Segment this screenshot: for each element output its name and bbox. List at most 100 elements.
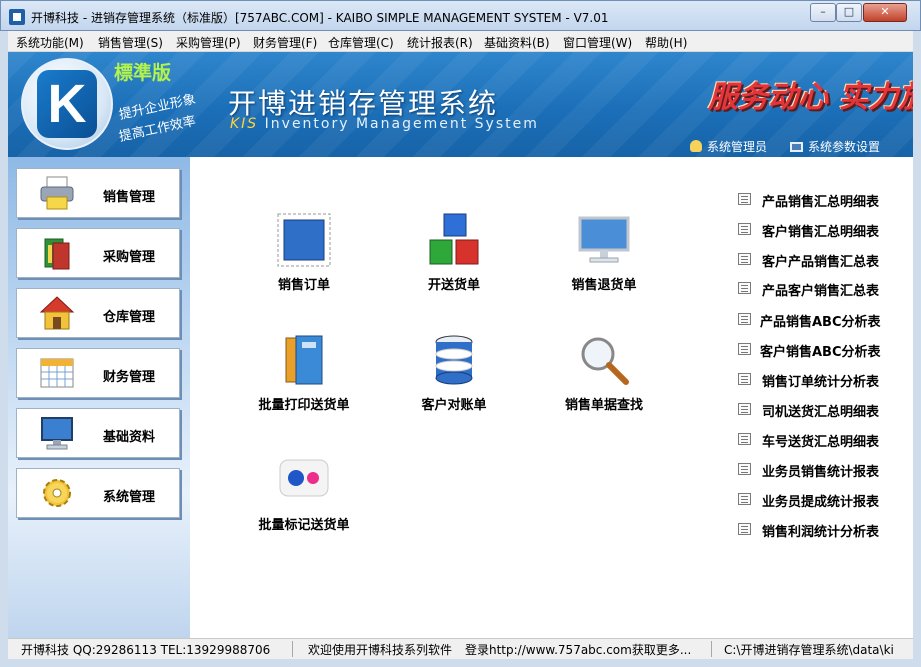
house-icon (39, 296, 75, 330)
settings-label: 系统参数设置 (808, 140, 881, 154)
status-company: 开博科技 QQ:29286113 TEL:13929988706 (21, 643, 271, 657)
menu-base-data[interactable]: 基础资料(B) (484, 34, 550, 51)
tile-label: 客户对账单 (421, 398, 487, 413)
report-doc-icon (738, 253, 751, 265)
tile-sales-order[interactable]: 销售订单 (244, 212, 364, 312)
menu-finance[interactable]: 财务管理(F) (253, 34, 317, 51)
monitor-icon (790, 142, 803, 152)
logo-letter: K (37, 70, 97, 138)
sidebar-item-warehouse[interactable]: 仓库管理 (16, 288, 180, 338)
sidebar-item-label: 系统管理 (103, 490, 156, 505)
menu-window[interactable]: 窗口管理(W) (563, 34, 632, 51)
report-link[interactable]: 销售利润统计分析表 (738, 520, 908, 540)
tile-label: 销售订单 (277, 278, 330, 293)
sidebar-item-label: 采购管理 (103, 250, 156, 265)
sidebar-item-base-data[interactable]: 基础资料 (16, 408, 180, 458)
tile-label: 销售退货单 (571, 278, 637, 293)
tile-document-search[interactable]: 销售单据查找 (544, 332, 664, 432)
minimize-button[interactable]: – (810, 3, 836, 22)
folders-icon (285, 335, 323, 385)
report-link[interactable]: 业务员提成统计报表 (738, 490, 908, 510)
menu-sales[interactable]: 销售管理(S) (98, 34, 163, 51)
sidebar-item-label: 仓库管理 (103, 310, 156, 325)
report-link[interactable]: 客户产品销售汇总表 (738, 250, 908, 270)
tile-delivery-note[interactable]: 开送货单 (394, 212, 514, 312)
tile-label: 销售单据查找 (564, 398, 643, 413)
report-link[interactable]: 业务员销售统计报表 (738, 460, 908, 480)
tile-label: 开送货单 (427, 278, 480, 293)
menu-system[interactable]: 系统功能(M) (16, 34, 84, 51)
stamp-icon (277, 213, 331, 267)
maximize-button[interactable]: □ (836, 3, 862, 22)
user-icon (690, 140, 702, 152)
flickr-dots-icon (279, 459, 329, 497)
admin-link[interactable]: 系统管理员 (690, 138, 767, 155)
edition-label: 標準版 (114, 62, 172, 84)
admin-label: 系统管理员 (707, 140, 768, 154)
report-doc-icon (738, 523, 751, 535)
status-website: 登录http://www.757abc.com获取更多... (465, 643, 692, 657)
menu-bar: 系统功能(M) 销售管理(S) 采购管理(P) 财务管理(F) 仓库管理(C) … (8, 31, 913, 52)
tile-label: 批量标记送货单 (258, 518, 350, 533)
report-link[interactable]: 销售订单统计分析表 (738, 370, 908, 390)
report-doc-icon (738, 193, 751, 205)
window-title: 开博科技 - 进销存管理系统（标准版）[757ABC.COM] - KAIBO … (31, 11, 609, 25)
report-link[interactable]: 产品销售ABC分析表 (738, 310, 908, 330)
report-doc-icon (738, 493, 751, 505)
sidebar-item-sales[interactable]: 销售管理 (16, 168, 180, 218)
close-button[interactable]: ✕ (863, 3, 907, 22)
sidebar-item-label: 财务管理 (103, 370, 156, 385)
report-doc-icon (738, 313, 751, 325)
sidebar-item-system[interactable]: 系统管理 (16, 468, 180, 518)
app-icon (9, 9, 25, 25)
header-banner: K 標準版 提升企业形象 提高工作效率 开博进销存管理系统 KIS Invent… (8, 52, 913, 157)
subtitle-text: Inventory Management System (264, 116, 539, 132)
system-settings-link[interactable]: 系统参数设置 (790, 138, 880, 155)
menu-warehouse[interactable]: 仓库管理(C) (328, 34, 394, 51)
report-doc-icon (738, 223, 751, 235)
menu-help[interactable]: 帮助(H) (645, 34, 687, 51)
report-link[interactable]: 客户销售ABC分析表 (738, 340, 908, 360)
cubes-icon (429, 213, 479, 265)
tile-label: 批量打印送货单 (258, 398, 350, 413)
report-doc-icon (738, 433, 751, 445)
sidebar: 销售管理 采购管理 仓库管理 财务管理 基础资料 系统管理 (8, 157, 190, 638)
status-bar: 开博科技 QQ:29286113 TEL:13929988706 欢迎使用开博科… (8, 638, 913, 659)
title-bar: 开博科技 - 进销存管理系统（标准版）[757ABC.COM] - KAIBO … (0, 0, 921, 31)
magnifier-icon (581, 337, 629, 385)
report-doc-icon (738, 343, 751, 355)
printer-icon (40, 176, 74, 210)
report-doc-icon (738, 282, 751, 294)
report-link[interactable]: 产品客户销售汇总表 (738, 279, 908, 299)
tile-batch-print[interactable]: 批量打印送货单 (244, 332, 364, 432)
sidebar-item-finance[interactable]: 财务管理 (16, 348, 180, 398)
motto: 服务动心 实力放心 (708, 80, 913, 115)
report-doc-icon (738, 403, 751, 415)
sidebar-item-label: 销售管理 (103, 190, 156, 205)
tile-sales-return[interactable]: 销售退货单 (544, 212, 664, 312)
subtitle-prefix: KIS (230, 116, 259, 132)
calendar-icon (40, 358, 74, 388)
tile-customer-statement[interactable]: 客户对账单 (394, 332, 514, 432)
report-doc-icon (738, 463, 751, 475)
status-welcome: 欢迎使用开博科技系列软件 (308, 643, 453, 657)
database-icon (435, 335, 473, 385)
monitor-icon (41, 417, 73, 450)
report-link[interactable]: 司机送货汇总明细表 (738, 400, 908, 420)
logo: K (21, 58, 113, 150)
report-link[interactable]: 产品销售汇总明细表 (738, 190, 908, 210)
report-link[interactable]: 车号送货汇总明细表 (738, 430, 908, 450)
status-path: C:\开博进销存管理系统\data\ki (724, 643, 894, 657)
sidebar-item-purchase[interactable]: 采购管理 (16, 228, 180, 278)
app-subtitle: KIS Inventory Management System (230, 116, 539, 132)
books-icon (44, 238, 70, 270)
report-doc-icon (738, 373, 751, 385)
report-link[interactable]: 客户销售汇总明细表 (738, 220, 908, 240)
tile-batch-mark[interactable]: 批量标记送货单 (244, 452, 364, 552)
menu-purchase[interactable]: 采购管理(P) (176, 34, 241, 51)
monitor-icon (578, 216, 630, 263)
main-content: 销售订单 开送货单 销售退货单 批量打印送货单 客户对账单 销售单据查找 批量标… (190, 157, 913, 638)
sidebar-item-label: 基础资料 (103, 430, 156, 445)
menu-reports[interactable]: 统计报表(R) (407, 34, 473, 51)
gear-icon (43, 479, 71, 507)
